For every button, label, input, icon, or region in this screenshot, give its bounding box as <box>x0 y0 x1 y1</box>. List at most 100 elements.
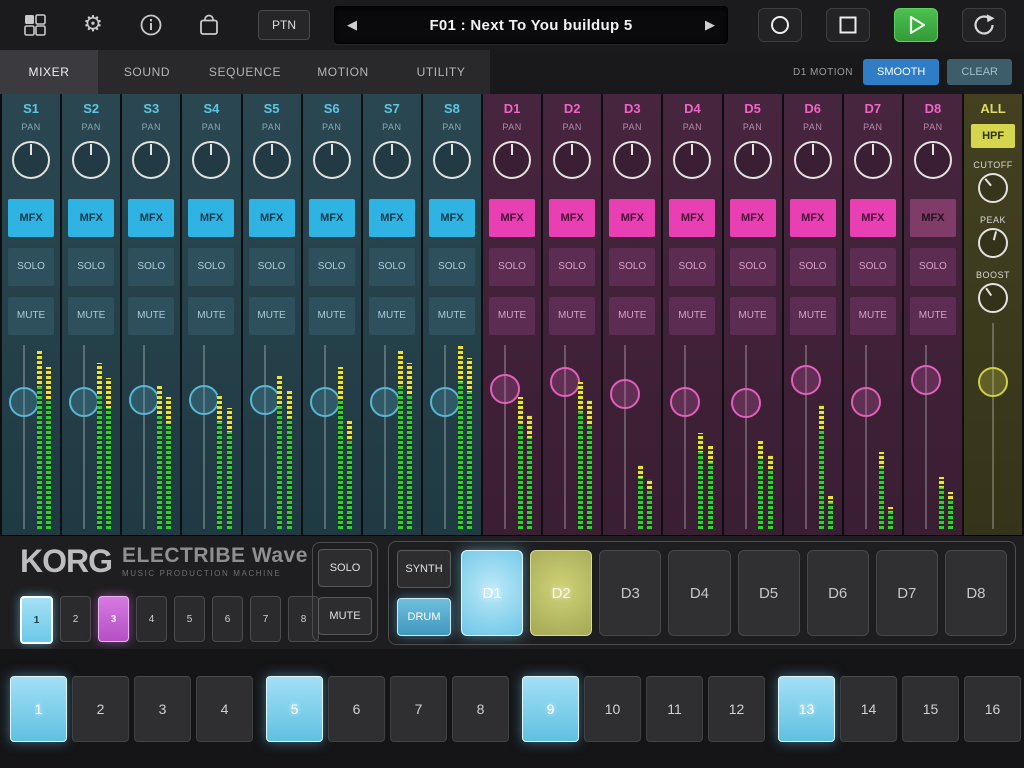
smooth-button[interactable]: SMOOTH <box>863 59 939 85</box>
step-14[interactable]: 14 <box>840 676 897 742</box>
tab-utility[interactable]: UTILITY <box>392 50 490 94</box>
solo-button[interactable]: SOLO <box>609 248 655 286</box>
pan-knob[interactable] <box>914 141 952 179</box>
fader-knob[interactable] <box>129 385 159 415</box>
tab-sound[interactable]: SOUND <box>98 50 196 94</box>
solo-button[interactable]: SOLO <box>790 248 836 286</box>
pad-d7[interactable]: D7 <box>876 550 938 636</box>
step-1[interactable]: 1 <box>10 676 67 742</box>
mfx-button[interactable]: MFX <box>128 199 174 237</box>
pad-d6[interactable]: D6 <box>807 550 869 636</box>
pattern-slot-1[interactable]: 1 <box>20 596 53 644</box>
tab-mixer[interactable]: MIXER <box>0 50 98 94</box>
pan-knob[interactable] <box>373 141 411 179</box>
step-9[interactable]: 9 <box>522 676 579 742</box>
solo-button[interactable]: SOLO <box>309 248 355 286</box>
mfx-button[interactable]: MFX <box>489 199 535 237</box>
fader-knob[interactable] <box>370 387 400 417</box>
mute-button[interactable]: MUTE <box>549 297 595 335</box>
pad-d5[interactable]: D5 <box>738 550 800 636</box>
step-5[interactable]: 5 <box>266 676 323 742</box>
fader-knob[interactable] <box>670 387 700 417</box>
pattern-slot-2[interactable]: 2 <box>60 596 91 642</box>
pattern-slot-6[interactable]: 6 <box>212 596 243 642</box>
mfx-button[interactable]: MFX <box>910 199 956 237</box>
pan-knob[interactable] <box>72 141 110 179</box>
all-fader-knob[interactable] <box>978 367 1008 397</box>
mfx-button[interactable]: MFX <box>609 199 655 237</box>
mute-button[interactable]: MUTE <box>910 297 956 335</box>
solo-button[interactable]: SOLO <box>369 248 415 286</box>
mute-button[interactable]: MUTE <box>489 297 535 335</box>
peak-knob[interactable] <box>978 228 1008 258</box>
mfx-button[interactable]: MFX <box>850 199 896 237</box>
tab-motion[interactable]: MOTION <box>294 50 392 94</box>
cutoff-knob[interactable] <box>978 173 1008 203</box>
mute-button[interactable]: MUTE <box>669 297 715 335</box>
drum-mode-button[interactable]: DRUM <box>397 598 451 636</box>
fader-knob[interactable] <box>310 387 340 417</box>
step-10[interactable]: 10 <box>584 676 641 742</box>
solo-button[interactable]: SOLO <box>910 248 956 286</box>
loop-button[interactable] <box>962 8 1006 42</box>
solo-button[interactable]: SOLO <box>249 248 295 286</box>
pan-knob[interactable] <box>192 141 230 179</box>
mute-button[interactable]: MUTE <box>188 297 234 335</box>
mute-button[interactable]: MUTE <box>609 297 655 335</box>
pattern-slot-7[interactable]: 7 <box>250 596 281 642</box>
mfx-button[interactable]: MFX <box>309 199 355 237</box>
pad-d1[interactable]: D1 <box>461 550 523 636</box>
fader-knob[interactable] <box>731 388 761 418</box>
pan-knob[interactable] <box>433 141 471 179</box>
mute-button[interactable]: MUTE <box>429 297 475 335</box>
pan-knob[interactable] <box>673 141 711 179</box>
pattern-prev-arrow[interactable]: ◀ <box>347 18 357 33</box>
fader-knob[interactable] <box>430 387 460 417</box>
fader-knob[interactable] <box>791 365 821 395</box>
pattern-slot-5[interactable]: 5 <box>174 596 205 642</box>
mute-button[interactable]: MUTE <box>850 297 896 335</box>
step-6[interactable]: 6 <box>328 676 385 742</box>
mute-button[interactable]: MUTE <box>8 297 54 335</box>
solo-button[interactable]: SOLO <box>188 248 234 286</box>
fader-knob[interactable] <box>610 379 640 409</box>
pan-knob[interactable] <box>132 141 170 179</box>
settings-gear-icon[interactable]: ⚙ <box>80 12 106 38</box>
solo-button[interactable]: SOLO <box>429 248 475 286</box>
pan-knob[interactable] <box>854 141 892 179</box>
solo-button[interactable]: SOLO <box>128 248 174 286</box>
pan-knob[interactable] <box>553 141 591 179</box>
shop-bag-icon[interactable] <box>196 12 222 38</box>
mfx-button[interactable]: MFX <box>249 199 295 237</box>
record-button[interactable] <box>758 8 802 42</box>
step-3[interactable]: 3 <box>134 676 191 742</box>
fader-knob[interactable] <box>250 385 280 415</box>
pan-knob[interactable] <box>313 141 351 179</box>
synth-mode-button[interactable]: SYNTH <box>397 550 451 588</box>
fader-knob[interactable] <box>911 365 941 395</box>
fader-knob[interactable] <box>189 385 219 415</box>
mute-button[interactable]: MUTE <box>309 297 355 335</box>
mute-button[interactable]: MUTE <box>730 297 776 335</box>
mfx-button[interactable]: MFX <box>549 199 595 237</box>
hpf-button[interactable]: HPF <box>971 124 1015 148</box>
part-solo-button[interactable]: SOLO <box>318 549 372 587</box>
mfx-button[interactable]: MFX <box>669 199 715 237</box>
step-15[interactable]: 15 <box>902 676 959 742</box>
boost-knob[interactable] <box>978 283 1008 313</box>
fader-knob[interactable] <box>851 387 881 417</box>
ptn-button[interactable]: PTN <box>258 10 310 40</box>
fader-knob[interactable] <box>490 374 520 404</box>
clear-button[interactable]: CLEAR <box>947 59 1012 85</box>
pad-d2[interactable]: D2 <box>530 550 592 636</box>
pan-knob[interactable] <box>12 141 50 179</box>
mute-button[interactable]: MUTE <box>249 297 295 335</box>
stop-button[interactable] <box>826 8 870 42</box>
pattern-slot-4[interactable]: 4 <box>136 596 167 642</box>
step-8[interactable]: 8 <box>452 676 509 742</box>
pan-knob[interactable] <box>794 141 832 179</box>
mfx-button[interactable]: MFX <box>188 199 234 237</box>
mfx-button[interactable]: MFX <box>369 199 415 237</box>
pan-knob[interactable] <box>613 141 651 179</box>
pad-d8[interactable]: D8 <box>945 550 1007 636</box>
